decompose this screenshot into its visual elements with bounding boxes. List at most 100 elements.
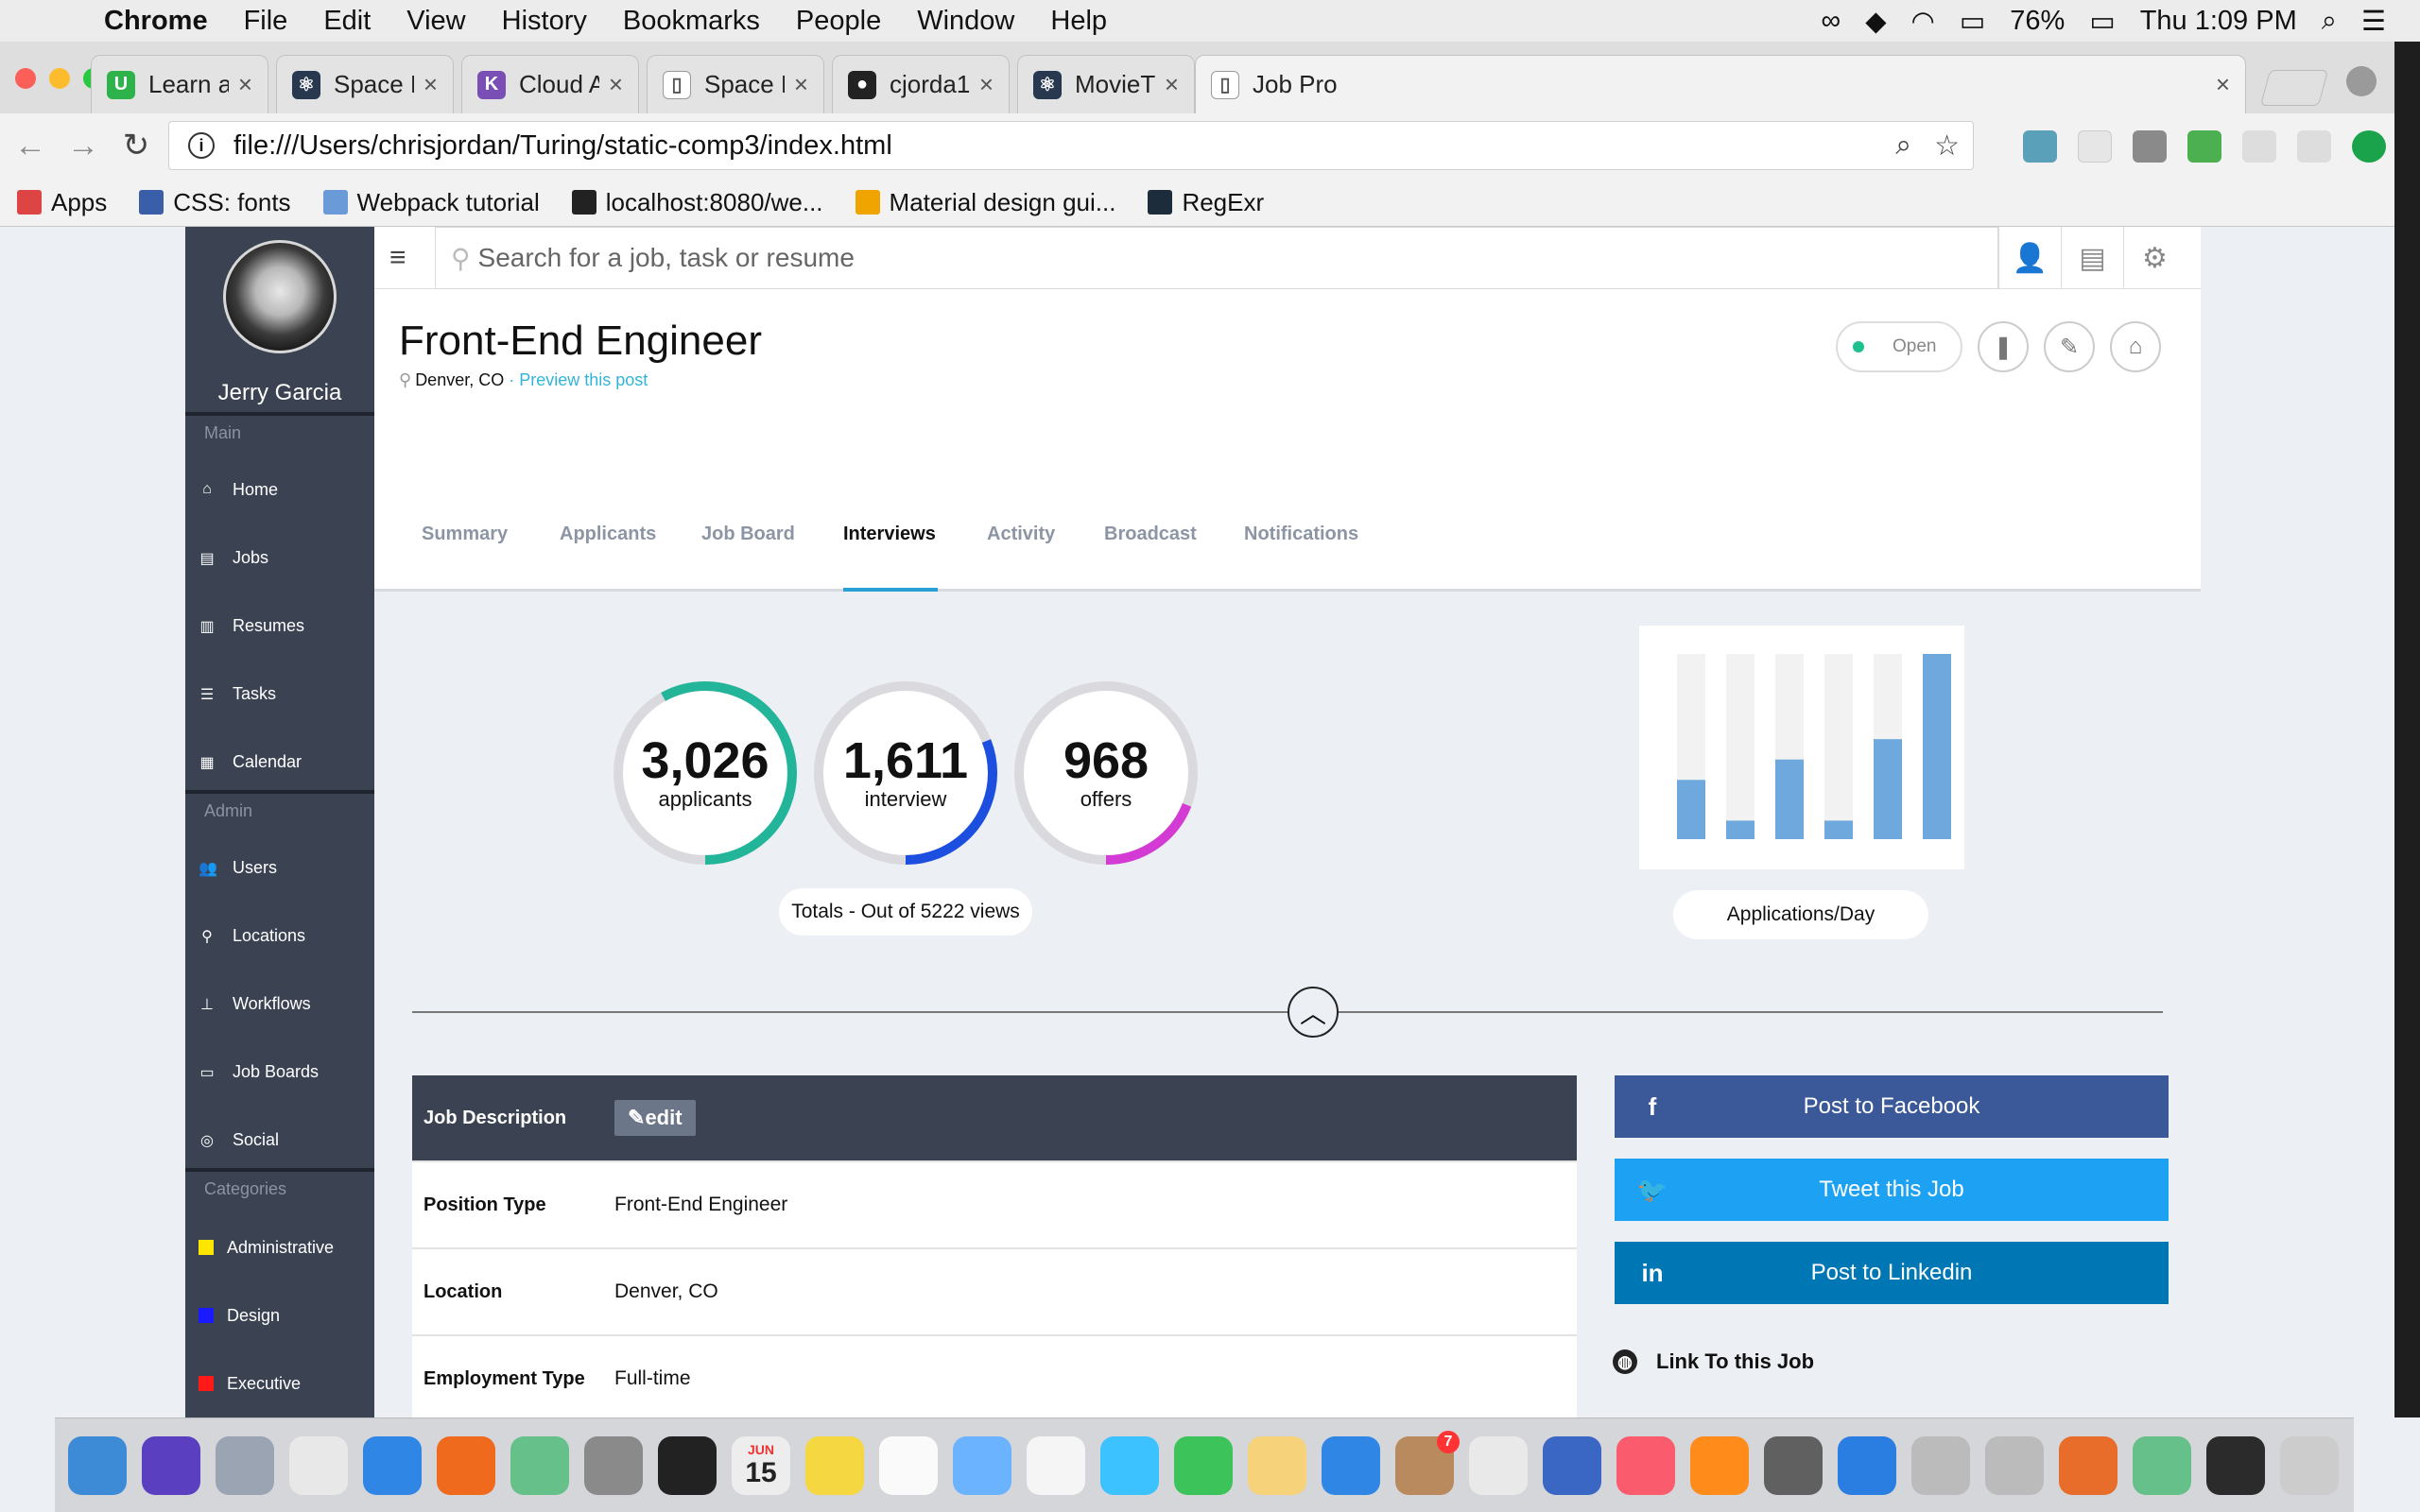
dock-app-icon[interactable]	[68, 1435, 127, 1495]
airplay-icon[interactable]: ▭	[1960, 5, 1985, 38]
dock-app-icon[interactable]	[1027, 1435, 1085, 1495]
dock-app-icon[interactable]	[658, 1435, 717, 1495]
bookmark-material-design-gui[interactable]: Material design gui...	[855, 188, 1115, 217]
tab-close-icon[interactable]: ×	[238, 70, 252, 99]
tab-close-icon[interactable]: ×	[979, 70, 994, 99]
sidebar-item-locations[interactable]: ⚲ Locations	[185, 917, 374, 954]
dock-app-icon[interactable]	[363, 1435, 422, 1495]
tab-interviews[interactable]: Interviews	[843, 524, 936, 545]
menu-edit[interactable]: Edit	[323, 6, 371, 37]
dock-app-icon[interactable]	[216, 1435, 274, 1495]
edit-description-button[interactable]: ✎edit	[614, 1100, 696, 1136]
extension-cors-icon[interactable]	[2187, 130, 2221, 163]
dock-app-icon[interactable]	[1469, 1435, 1528, 1495]
info-icon[interactable]: i	[188, 132, 215, 159]
sidebar-item-social[interactable]: ◎ Social	[185, 1121, 374, 1159]
dock-app-icon[interactable]	[1690, 1435, 1749, 1495]
dock-app-icon[interactable]	[1174, 1435, 1233, 1495]
tab-close-icon[interactable]: ×	[794, 70, 808, 99]
dock-app-icon[interactable]	[1322, 1435, 1380, 1495]
dock-app-icon[interactable]	[953, 1435, 1011, 1495]
sidebar-item-workflows[interactable]: ⊥ Workflows	[185, 985, 374, 1022]
tab-activity[interactable]: Activity	[987, 524, 1055, 545]
infinity-icon[interactable]: ∞	[1822, 6, 1841, 37]
dock-app-icon[interactable]	[2206, 1435, 2265, 1495]
bookmark-regexr[interactable]: RegExr	[1148, 188, 1264, 217]
zoom-icon[interactable]: ⌕	[1895, 129, 1911, 163]
sidebar-item-tasks[interactable]: ☰ Tasks	[185, 675, 374, 713]
bookmark-localhost-8080-we[interactable]: localhost:8080/we...	[571, 188, 823, 217]
browser-tab[interactable]: U Learn and Underst ×	[91, 55, 268, 113]
dock-app-icon[interactable]: 7	[1395, 1430, 1460, 1495]
browser-tab[interactable]: K Cloud Application ×	[461, 55, 639, 113]
dock-app-icon[interactable]	[510, 1435, 569, 1495]
sidebar-item-home[interactable]: ⌂ Home	[185, 471, 374, 508]
search-input[interactable]: ⚲ Search for a job, task or resume	[435, 227, 1998, 289]
menu-file[interactable]: File	[244, 6, 288, 37]
dock-app-icon[interactable]	[1543, 1435, 1601, 1495]
clipboard-icon[interactable]: ▤	[2061, 227, 2123, 289]
sidebar-item-jobs[interactable]: ▤ Jobs	[185, 539, 374, 576]
tab-close-icon[interactable]: ×	[609, 70, 623, 99]
dock-app-icon[interactable]	[1764, 1435, 1823, 1495]
dock-app-icon[interactable]	[437, 1435, 495, 1495]
clock[interactable]: Thu 1:09 PM	[2140, 6, 2297, 37]
spotlight-icon[interactable]: ⌕	[2322, 6, 2337, 37]
menu-bookmarks[interactable]: Bookmarks	[623, 6, 760, 37]
notification-center-icon[interactable]: ☰	[2361, 5, 2386, 38]
category-executive[interactable]: Executive	[185, 1365, 374, 1402]
bookmark-css-fonts[interactable]: CSS: fonts	[139, 188, 291, 217]
browser-tab[interactable]: ▯ Space Breakout: B ×	[647, 55, 824, 113]
sidebar-item-job-boards[interactable]: ▭ Job Boards	[185, 1053, 374, 1091]
dock-app-icon[interactable]	[1616, 1435, 1675, 1495]
address-bar[interactable]: i file:///Users/chrisjordan/Turing/stati…	[168, 121, 1974, 170]
tab-applicants[interactable]: Applicants	[560, 524, 656, 545]
browser-tab[interactable]: ⚛ MovieTracker ×	[1017, 55, 1195, 113]
tab-notifications[interactable]: Notifications	[1244, 524, 1358, 545]
user-icon[interactable]: 👤	[1998, 227, 2061, 289]
dock-app-icon[interactable]	[2059, 1435, 2118, 1495]
tab-close-icon[interactable]: ×	[2216, 70, 2230, 99]
url-text[interactable]: file:///Users/chrisjordan/Turing/static-…	[233, 130, 892, 162]
menu-people[interactable]: People	[796, 6, 881, 37]
extension-window-icon[interactable]	[2078, 130, 2112, 163]
dock-app-icon[interactable]	[1985, 1435, 2044, 1495]
dock-app-icon[interactable]	[1838, 1435, 1896, 1495]
tab-broadcast[interactable]: Broadcast	[1104, 524, 1197, 545]
collapse-button[interactable]: ︿	[1288, 987, 1339, 1038]
archive-button[interactable]: ⌂	[2110, 321, 2161, 372]
profile-icon[interactable]	[2346, 66, 2377, 96]
sidebar-item-users[interactable]: 👥 Users	[185, 849, 374, 886]
bookmark-star-icon[interactable]: ☆	[1934, 129, 1960, 163]
extension-update-icon[interactable]	[2352, 130, 2386, 163]
extension-leaf-icon[interactable]	[2297, 130, 2331, 163]
tab-close-icon[interactable]: ×	[424, 70, 438, 99]
sidebar-item-calendar[interactable]: ▦ Calendar	[185, 743, 374, 781]
avatar[interactable]	[223, 240, 337, 353]
tab-job-board[interactable]: Job Board	[701, 524, 795, 545]
battery-percent[interactable]: 76%	[2010, 6, 2065, 37]
post-linkedin-button[interactable]: in Post to Linkedin	[1615, 1242, 2169, 1304]
reload-icon[interactable]: ↻	[113, 127, 159, 164]
dock-app-icon[interactable]: JUN 15	[732, 1435, 790, 1495]
browser-tab[interactable]: ▯ Job Pro ×	[1195, 55, 2246, 113]
dock-app-icon[interactable]	[1100, 1435, 1159, 1495]
link-to-job[interactable]: ◍ Link To this Job	[1613, 1349, 1814, 1374]
menu-help[interactable]: Help	[1050, 6, 1107, 37]
tab-summary[interactable]: Summary	[422, 524, 508, 545]
forward-icon[interactable]: →	[60, 128, 106, 164]
category-administrative[interactable]: Administrative	[185, 1228, 374, 1266]
wifi-icon[interactable]: ◠	[1911, 5, 1935, 38]
bookmark-webpack-tutorial[interactable]: Webpack tutorial	[322, 188, 540, 217]
new-tab-button[interactable]	[2259, 70, 2329, 106]
tab-close-icon[interactable]: ×	[1165, 70, 1179, 99]
menu-app-name[interactable]: Chrome	[104, 6, 208, 37]
extension-eyedropper-icon[interactable]	[2023, 130, 2057, 163]
menu-window[interactable]: Window	[917, 6, 1014, 37]
minimize-window-button[interactable]	[49, 68, 70, 89]
edit-button[interactable]: ✎	[2044, 321, 2095, 372]
dock-app-icon[interactable]	[289, 1435, 348, 1495]
category-design[interactable]: Design	[185, 1297, 374, 1334]
sidebar-item-resumes[interactable]: ▥ Resumes	[185, 607, 374, 644]
dock-app-icon[interactable]	[2280, 1435, 2339, 1495]
